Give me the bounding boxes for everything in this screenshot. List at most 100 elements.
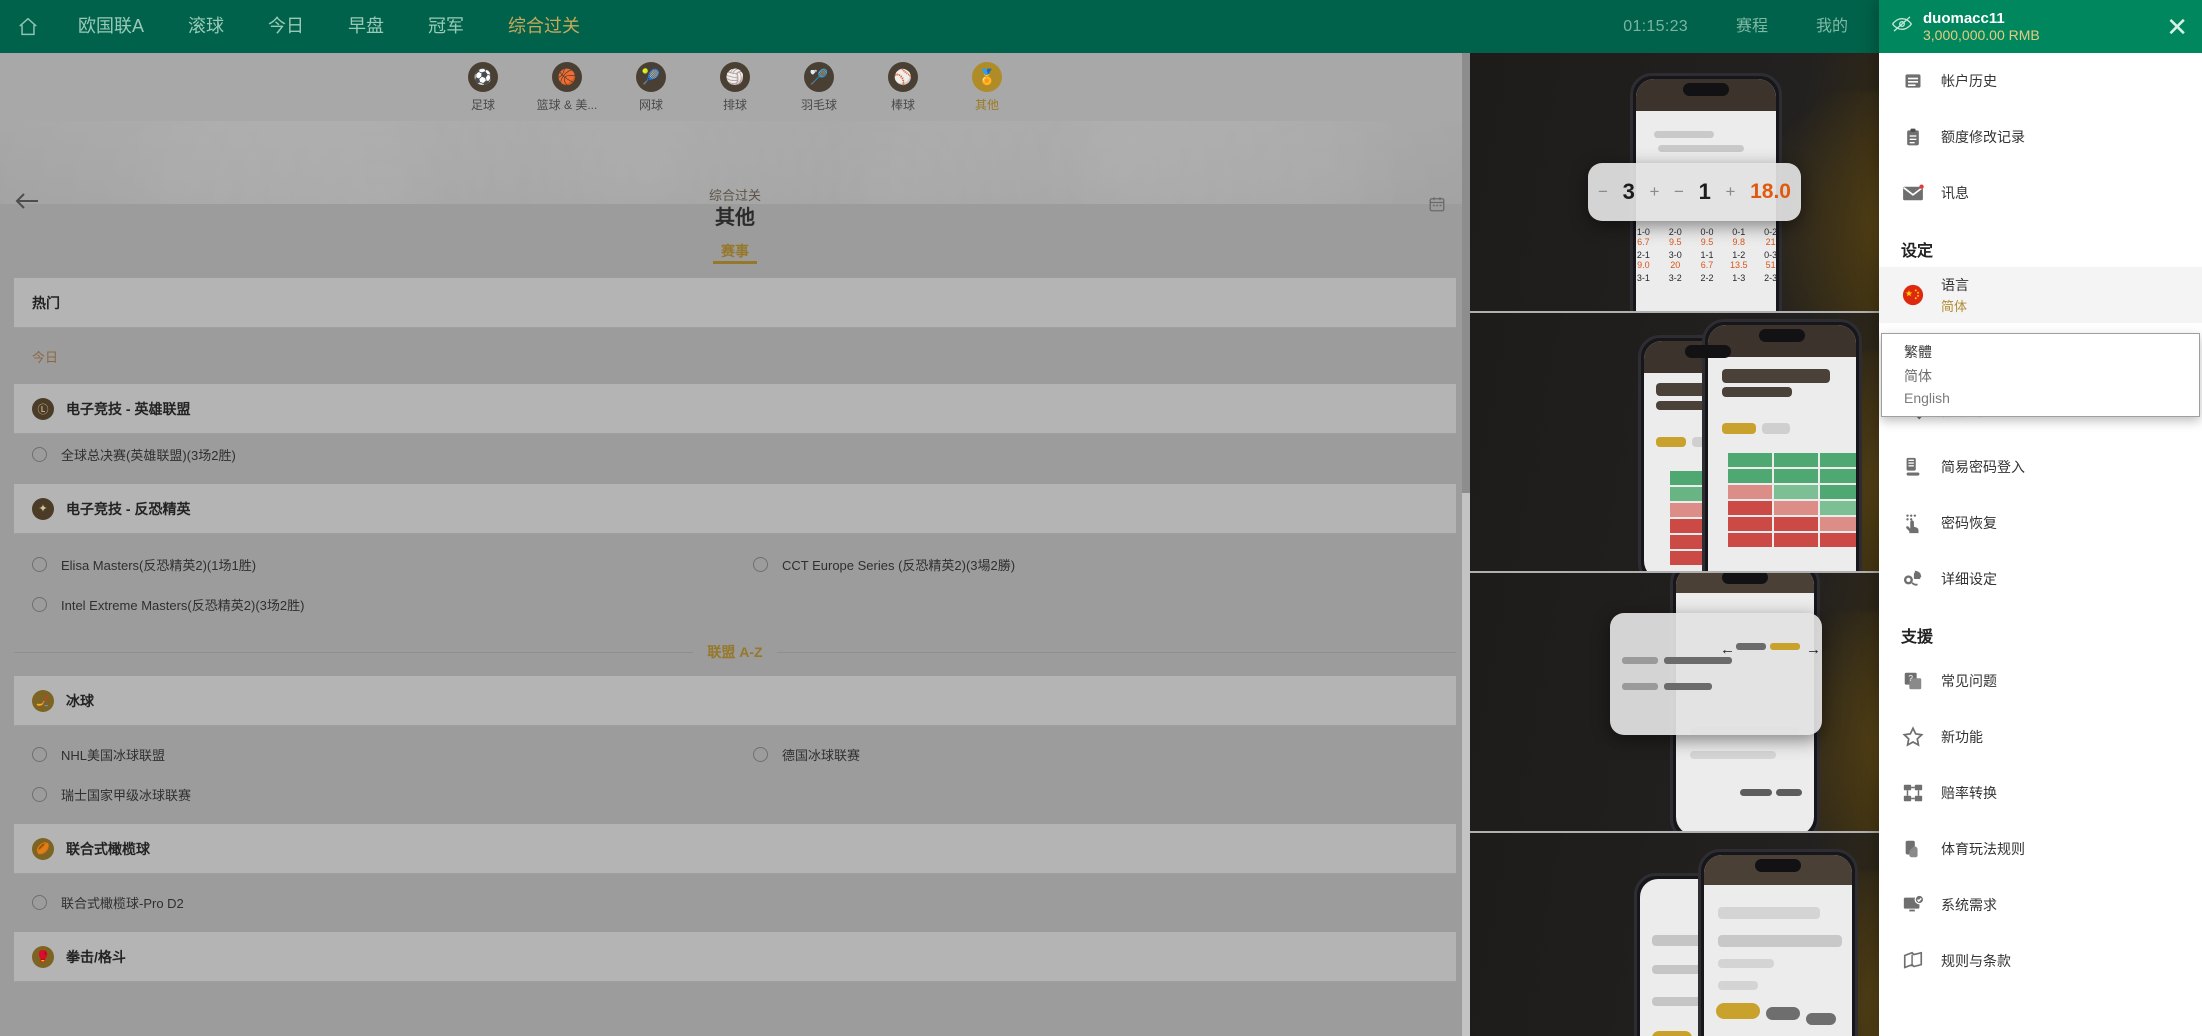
- score: 1-0: [1636, 227, 1650, 237]
- pill-highlight: [1652, 1031, 1692, 1036]
- menu-item-new-features[interactable]: 新功能: [1879, 709, 2202, 765]
- sport-tab-volleyball[interactable]: 🏐 排球: [693, 61, 777, 113]
- menu-item-faq[interactable]: ? 常见问题: [1879, 653, 2202, 709]
- league-radio[interactable]: [32, 596, 47, 612]
- page-title: 其他: [715, 207, 755, 229]
- league-radio[interactable]: [32, 556, 47, 572]
- nav-link-2[interactable]: 今日: [246, 0, 326, 53]
- score-cell: 0-1 9.8: [1727, 227, 1750, 247]
- eye-off-icon[interactable]: [1891, 15, 1913, 38]
- main-scrollbar[interactable]: [1462, 53, 1470, 1036]
- nav-link-0[interactable]: 欧国联A: [56, 0, 166, 53]
- score-cell: 2-3: [1759, 273, 1782, 283]
- odd: 6.7: [1637, 237, 1650, 247]
- language-value: 简体: [1941, 299, 1968, 314]
- home-icon[interactable]: [0, 16, 56, 38]
- close-icon[interactable]: ✕: [2166, 14, 2188, 40]
- section-title: 电子竞技 - 英雄联盟: [66, 400, 191, 417]
- league-row[interactable]: CCT Europe Series (反恐精英2)(3場2勝): [735, 544, 1456, 584]
- nav-link-4[interactable]: 冠军: [406, 0, 486, 53]
- pill-highlight: [1656, 437, 1686, 447]
- language-dropdown[interactable]: 繁體 简体 English: [1881, 333, 2200, 417]
- menu-item-pin-login[interactable]: 简易密码登入: [1879, 439, 2202, 495]
- heat-cell: [1774, 485, 1818, 499]
- score: 0-2: [1764, 227, 1778, 237]
- date-row-today[interactable]: 今日: [14, 328, 1456, 384]
- tab-events[interactable]: 赛事: [0, 241, 1470, 261]
- sport-tab-basketball[interactable]: 🏀 篮球 & 美...: [525, 61, 609, 113]
- menu-item-label: 简易密码登入: [1941, 459, 2025, 475]
- league-radio[interactable]: [753, 746, 768, 762]
- score-cell: 0-0 9.5: [1696, 227, 1719, 247]
- system-requirements-icon: [1901, 894, 1925, 916]
- league-row[interactable]: 全球总决赛(英雄联盟)(3场2胜): [14, 434, 735, 474]
- menu-item-advanced-settings[interactable]: 详细设定: [1879, 551, 2202, 607]
- nav-link-1[interactable]: 滚球: [166, 0, 246, 53]
- league-row[interactable]: Intel Extreme Masters(反恐精英2)(3场2胜): [14, 584, 735, 624]
- section-title: 冰球: [66, 692, 94, 709]
- skeleton-bar: [1722, 387, 1792, 397]
- league-row[interactable]: 瑞士国家甲级冰球联赛: [14, 774, 735, 814]
- section-header-hot[interactable]: 热门: [14, 278, 1456, 328]
- main-scrollbar-thumb[interactable]: [1462, 53, 1470, 493]
- league-radio[interactable]: [32, 446, 47, 462]
- heat-cell: [1728, 533, 1772, 547]
- menu-item-password-recovery[interactable]: 密码恢复: [1879, 495, 2202, 551]
- menu-item-credit-log[interactable]: 额度修改记录: [1879, 109, 2202, 165]
- league-radio[interactable]: [32, 746, 47, 762]
- language-option-traditional[interactable]: 繁體: [1882, 340, 2199, 364]
- league-radio[interactable]: [753, 556, 768, 572]
- clipboard-icon: [1901, 127, 1925, 147]
- heat-cell: [1820, 517, 1856, 531]
- esports-lol-icon: Ⓛ: [32, 397, 54, 420]
- section-header-esports-cs[interactable]: ✦ 电子竞技 - 反恐精英: [14, 484, 1456, 534]
- league-row[interactable]: 德国冰球联赛: [735, 734, 1456, 774]
- score-cell: 3-2: [1664, 273, 1687, 283]
- cell: [1736, 657, 1766, 679]
- league-label: 联合式橄榄球-Pro D2: [61, 895, 184, 911]
- menu-item-messages[interactable]: 讯息: [1879, 165, 2202, 221]
- svg-text:?: ?: [1908, 674, 1913, 683]
- league-row[interactable]: Elisa Masters(反恐精英2)(1场1胜): [14, 544, 735, 584]
- skeleton-bar: [1664, 657, 1732, 664]
- nav-my-account-link[interactable]: 我的: [1792, 0, 1872, 53]
- section-header-esports-lol[interactable]: Ⓛ 电子竞技 - 英雄联盟: [14, 384, 1456, 434]
- rules-icon: [1901, 838, 1925, 860]
- language-option-english[interactable]: English: [1882, 388, 2199, 408]
- language-option-simplified[interactable]: 简体: [1882, 364, 2199, 388]
- league-radio[interactable]: [32, 786, 47, 802]
- sport-tab-badminton[interactable]: 🏸 羽毛球: [777, 61, 861, 113]
- section-header-ice-hockey[interactable]: 🏒 冰球: [14, 676, 1456, 726]
- menu-item-sports-rules[interactable]: 体育玩法规则: [1879, 821, 2202, 877]
- sport-tab-baseball[interactable]: ⚾ 棒球: [861, 61, 945, 113]
- section-title: 联合式橄榄球: [66, 840, 150, 857]
- ice-hockey-icon: 🏒: [32, 689, 54, 712]
- sport-tab-soccer[interactable]: ⚽ 足球: [441, 61, 525, 113]
- nav-schedule-link[interactable]: 赛程: [1712, 0, 1792, 53]
- nav-link-3[interactable]: 早盘: [326, 0, 406, 53]
- sport-tab-tennis[interactable]: 🎾 网球: [609, 61, 693, 113]
- section-header-rugby-union[interactable]: 🏉 联合式橄榄球: [14, 824, 1456, 874]
- odd: 9.5: [1700, 237, 1714, 247]
- score-cell: 2-2: [1696, 273, 1719, 283]
- menu-item-terms[interactable]: 规则与条款: [1879, 933, 2202, 989]
- tab-active-underline: [713, 261, 757, 264]
- section-header-boxing[interactable]: 🥊 拳击/格斗: [14, 932, 1456, 982]
- menu-item-system-requirements[interactable]: 系统需求: [1879, 877, 2202, 933]
- heat-cell: [1774, 469, 1818, 483]
- menu-item-account-history[interactable]: 帐户历史: [1879, 53, 2202, 109]
- sport-tab-other[interactable]: 🏅 其他: [945, 61, 1029, 113]
- score: 3-0: [1668, 250, 1682, 260]
- menu-item-odds-converter[interactable]: 赔率转换: [1879, 765, 2202, 821]
- nav-link-5-active[interactable]: 综合过关: [486, 0, 602, 53]
- league-row[interactable]: NHL美国冰球联盟: [14, 734, 735, 774]
- skeleton-bar: [1654, 131, 1714, 138]
- sport-label: 网球: [638, 97, 663, 112]
- menu-item-language[interactable]: 语言 简体: [1879, 267, 2202, 323]
- cell: [1736, 683, 1766, 705]
- basketball-icon: 🏀: [552, 61, 582, 92]
- league-radio[interactable]: [32, 894, 47, 910]
- section-title: 拳击/格斗: [66, 948, 126, 965]
- league-row[interactable]: 联合式橄榄球-Pro D2: [14, 882, 735, 922]
- heat-cell: [1820, 485, 1856, 499]
